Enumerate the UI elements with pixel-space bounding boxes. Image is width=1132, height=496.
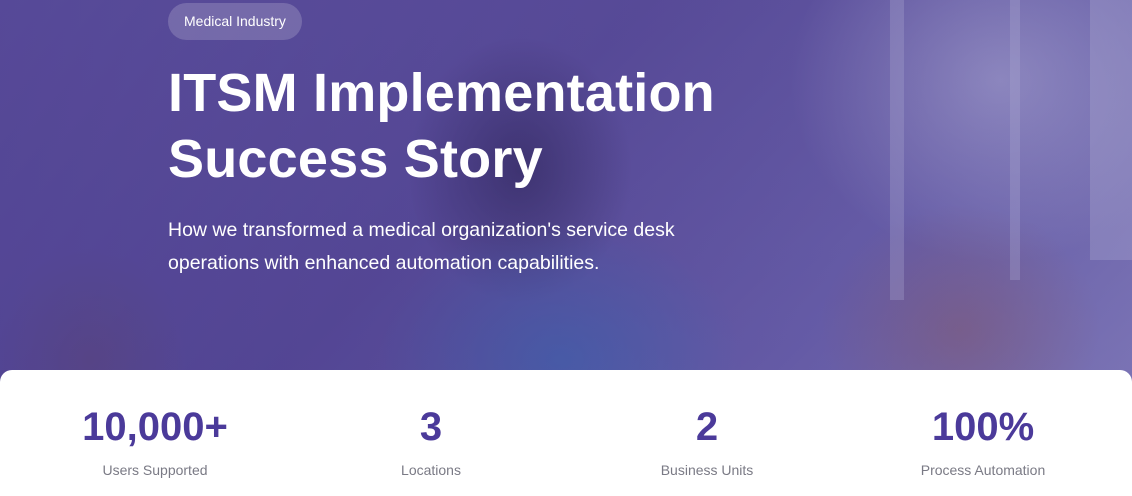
stat-business-units: 2 Business Units [569, 370, 845, 496]
page-title: ITSM Implementation Success Story [168, 60, 715, 192]
title-line-1: ITSM Implementation [168, 63, 715, 123]
stat-label: Business Units [660, 462, 754, 478]
subtitle-line-1: How we transformed a medical organizatio… [168, 219, 675, 241]
stat-locations: 3 Locations [293, 370, 569, 496]
stat-users-supported: 10,000+ Users Supported [17, 370, 293, 496]
stat-value: 100% [931, 405, 1035, 449]
title-line-2: Success Story [168, 129, 543, 189]
subtitle-line-2: operations with enhanced automation capa… [168, 252, 600, 274]
stat-value: 3 [419, 405, 443, 449]
stat-label: Users Supported [102, 462, 208, 478]
stats-panel: 10,000+ Users Supported 3 Locations 2 Bu… [0, 370, 1132, 496]
industry-badge: Medical Industry [168, 3, 302, 40]
stat-value: 10,000+ [82, 405, 228, 449]
page-subtitle: How we transformed a medical organizatio… [168, 214, 728, 280]
stat-label: Locations [401, 462, 461, 478]
stat-label: Process Automation [920, 462, 1046, 478]
stat-process-automation: 100% Process Automation [845, 370, 1121, 496]
stat-value: 2 [695, 405, 719, 449]
